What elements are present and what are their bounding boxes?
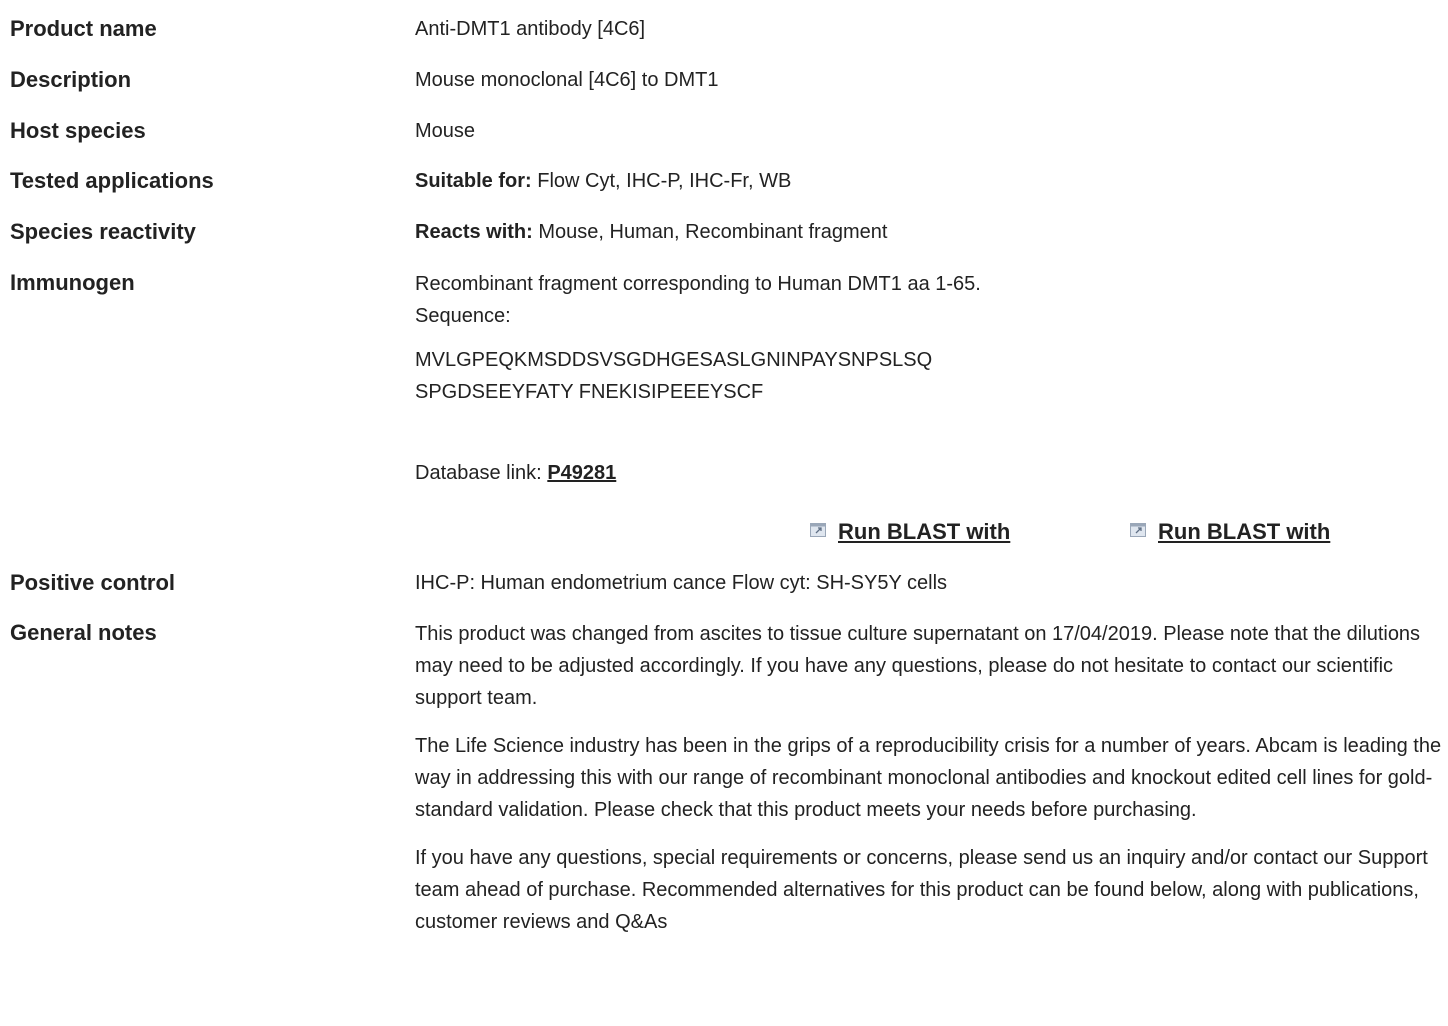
label-product-name: Product name (10, 16, 157, 41)
value-immunogen: Recombinant fragment corresponding to Hu… (415, 268, 1445, 488)
external-window-icon (1130, 523, 1146, 537)
value-description: Mouse monoclonal [4C6] to DMT1 (415, 69, 719, 91)
value-tested-applications: Suitable for: Flow Cyt, IHC-P, IHC-Fr, W… (415, 166, 1445, 196)
label-tested-applications: Tested applications (10, 168, 214, 193)
value-species-reactivity: Reacts with: Mouse, Human, Recombinant f… (415, 217, 1445, 247)
label-positive-control: Positive control (10, 570, 176, 595)
run-blast-label-2: Run BLAST with (1158, 519, 1331, 544)
general-notes-paragraph-3: If you have any questions, special requi… (415, 847, 1428, 933)
run-blast-button-1[interactable]: Run BLAST with (810, 517, 1010, 547)
value-positive-control: IHC-P: Human endometrium cance Flow cyt:… (415, 572, 948, 594)
label-description: Description (10, 67, 132, 92)
run-blast-label-1: Run BLAST with (838, 519, 1011, 544)
label-species-reactivity: Species reactivity (10, 219, 196, 244)
database-link-p49281[interactable]: P49281 (547, 462, 616, 484)
immunogen-description: Recombinant fragment corresponding to Hu… (415, 273, 981, 295)
sequence-line-2: SPGDSEEYFATY FNEKISIPEEEYSCF (415, 381, 764, 403)
value-general-notes: This product was changed from ascites to… (415, 618, 1448, 938)
general-notes-paragraph-1: This product was changed from ascites to… (415, 623, 1421, 709)
sequence-line-1: MVLGPEQKMSDDSVSGDHGESASLGNINPAYSNPSLSQ (415, 349, 933, 371)
immunogen-sequence-heading: Sequence: (415, 305, 511, 327)
run-blast-button-2[interactable]: Run BLAST with (1130, 517, 1330, 547)
database-link-line: Database link: P49281 (415, 458, 1445, 488)
suitable-for-prefix: Suitable for: (415, 170, 532, 192)
label-host-species: Host species (10, 118, 146, 143)
reacts-with-prefix: Reacts with: (415, 221, 533, 243)
suitable-for-value: Flow Cyt, IHC-P, IHC-Fr, WB (537, 170, 792, 192)
value-product-name: Anti-DMT1 antibody [4C6] (415, 18, 646, 40)
label-general-notes: General notes (10, 620, 157, 645)
reacts-with-value: Mouse, Human, Recombinant fragment (538, 221, 888, 243)
label-immunogen: Immunogen (10, 270, 135, 295)
general-notes-paragraph-2: The Life Science industry has been in th… (415, 735, 1442, 821)
value-host-species: Mouse (415, 120, 476, 142)
external-window-icon (810, 523, 826, 537)
immunogen-sequence: MVLGPEQKMSDDSVSGDHGESASLGNINPAYSNPSLSQ S… (415, 344, 1445, 408)
database-link-prefix: Database link: (415, 462, 542, 484)
